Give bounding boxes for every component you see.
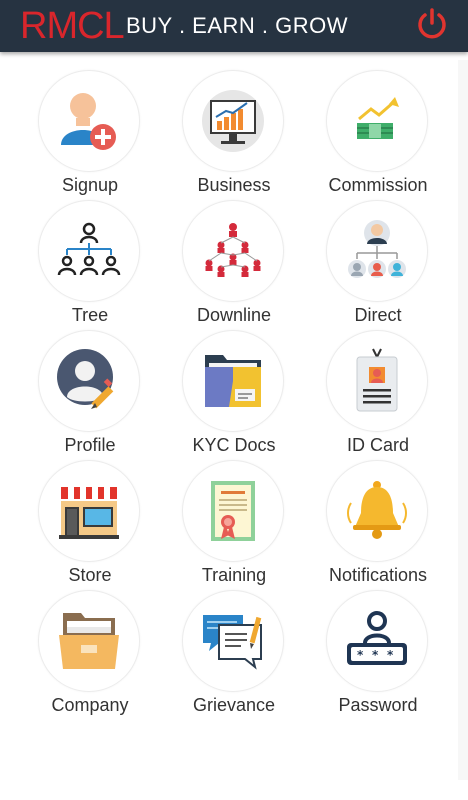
menu-item-id-card[interactable]: ID Card	[300, 312, 456, 455]
app-logo: RMCL	[20, 5, 125, 47]
profile-edit-icon	[57, 349, 114, 409]
direct-team-icon	[348, 220, 406, 278]
svg-text:*: *	[387, 648, 394, 662]
menu-item-icon-circle	[38, 590, 140, 692]
menu-item-label: Password	[338, 695, 418, 715]
menu-item-icon-circle	[38, 460, 140, 562]
menu-item-icon-circle	[326, 460, 428, 562]
svg-text:*: *	[357, 648, 364, 662]
menu-item-profile[interactable]: Profile	[12, 312, 168, 455]
menu-item-icon-circle	[182, 460, 284, 562]
menu-item-training[interactable]: Training	[156, 442, 312, 585]
menu-item-icon-circle: * * *	[326, 590, 428, 692]
money-stack-icon	[357, 97, 399, 139]
file-cabinet-icon	[59, 613, 119, 669]
org-tree-icon	[57, 222, 121, 276]
svg-text:*: *	[372, 648, 379, 662]
menu-item-signup[interactable]: Signup	[12, 52, 168, 195]
power-icon[interactable]	[414, 6, 450, 42]
menu-item-grievance[interactable]: Grievance	[156, 572, 312, 715]
menu-item-password[interactable]: * * * Password	[300, 572, 456, 715]
menu-item-icon-circle	[182, 330, 284, 432]
menu-item-notifications[interactable]: Notifications	[300, 442, 456, 585]
menu-item-company[interactable]: Company	[12, 572, 168, 715]
menu-item-downline[interactable]: Downline	[156, 182, 312, 325]
growth-chart-icon	[202, 90, 264, 152]
menu-item-icon-circle	[182, 200, 284, 302]
menu-item-business[interactable]: Business	[156, 52, 312, 195]
app-header: RMCL BUY . EARN . GROW	[0, 0, 468, 52]
downline-network-icon	[205, 223, 261, 277]
menu-item-icon-circle	[38, 200, 140, 302]
menu-item-commission[interactable]: Commission	[300, 52, 456, 195]
app-tagline: BUY . EARN . GROW	[126, 13, 349, 38]
user-add-icon	[61, 93, 116, 150]
scrollbar-track	[458, 60, 468, 780]
menu-item-icon-circle	[38, 70, 140, 172]
password-lock-icon: * * *	[347, 611, 407, 665]
id-badge-icon	[356, 348, 398, 412]
menu-item-icon-circle	[326, 200, 428, 302]
menu-item-kyc-docs[interactable]: KYC Docs	[156, 312, 312, 455]
chat-note-icon	[203, 615, 262, 670]
menu-item-icon-circle	[326, 70, 428, 172]
menu-item-icon-circle	[38, 330, 140, 432]
folder-docs-icon	[205, 355, 261, 407]
certificate-icon	[211, 481, 255, 541]
menu-item-icon-circle	[182, 590, 284, 692]
menu-item-tree[interactable]: Tree	[12, 182, 168, 325]
bell-icon	[347, 481, 407, 539]
menu-item-icon-circle	[326, 330, 428, 432]
menu-item-label: Grievance	[192, 695, 276, 715]
storefront-icon	[59, 487, 119, 539]
menu-item-label: Company	[51, 695, 129, 715]
menu-item-icon-circle	[182, 70, 284, 172]
menu-item-direct[interactable]: Direct	[300, 182, 456, 325]
menu-item-store[interactable]: Store	[12, 442, 168, 585]
